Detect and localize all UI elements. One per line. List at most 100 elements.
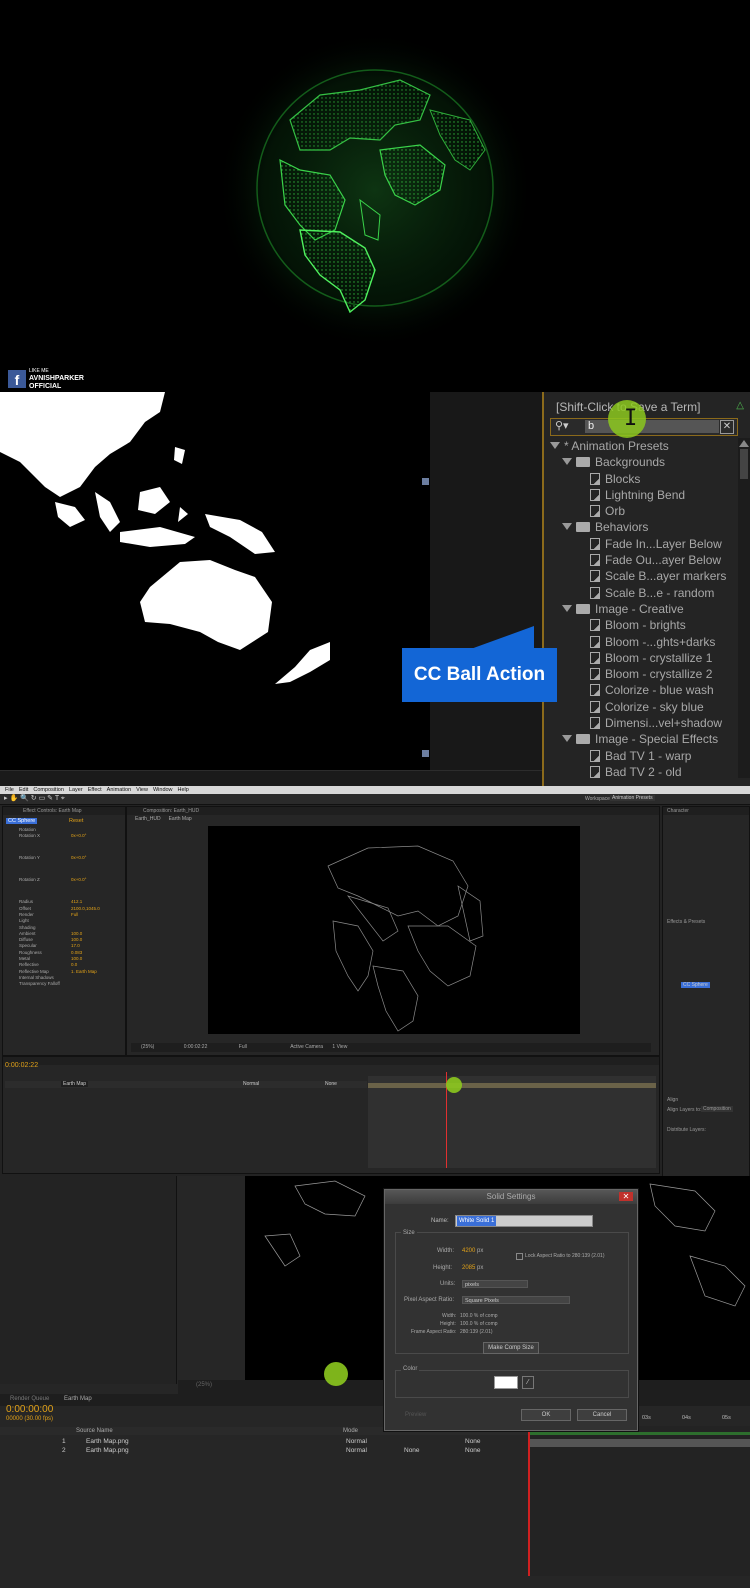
preset-item[interactable]: Scale B...e - random: [550, 585, 730, 601]
property-value[interactable]: 0x+0.0°: [71, 877, 86, 883]
effect-property-row[interactable]: Internal Shadows: [7, 975, 123, 981]
preset-item[interactable]: Bloom -...ghts+darks: [550, 634, 730, 650]
current-time[interactable]: 0:00:00:00: [6, 1404, 53, 1415]
preset-item[interactable]: Bloom - brights: [550, 617, 730, 633]
preset-item[interactable]: Orb: [550, 503, 730, 519]
layer-name[interactable]: Earth Map.png: [86, 1447, 129, 1454]
layer-mode[interactable]: Normal: [346, 1438, 367, 1445]
height-value[interactable]: 2085: [462, 1265, 475, 1271]
property-value[interactable]: 412.1: [71, 899, 82, 905]
effect-property-row[interactable]: Rotation X 0x+0.0°: [7, 833, 123, 839]
effect-search-result[interactable]: CC Sphere: [681, 982, 710, 988]
property-value[interactable]: 2100.0,1045.0: [71, 906, 100, 912]
menu-item[interactable]: View: [136, 786, 148, 794]
preset-folder[interactable]: Backgrounds: [550, 454, 730, 470]
preset-folder[interactable]: Image - Special Effects: [550, 731, 730, 747]
workspace-select[interactable]: Animation Presets: [610, 795, 655, 801]
presets-scrollbar[interactable]: [738, 438, 750, 778]
eyedropper-icon[interactable]: ⁄: [522, 1376, 534, 1389]
name-input[interactable]: White Solid 1: [455, 1215, 593, 1227]
layer-number[interactable]: 2: [62, 1447, 66, 1454]
composition-tab[interactable]: Composition: Earth_HUD: [127, 807, 659, 815]
search-icon[interactable]: ⚲▾: [555, 419, 569, 432]
effect-property-row[interactable]: Rotation Y 0x+0.0°: [7, 855, 123, 861]
color-swatch[interactable]: [494, 1376, 518, 1389]
expand-triangle-icon[interactable]: [550, 442, 560, 449]
layer-parent[interactable]: None: [465, 1438, 481, 1445]
effect-property-row[interactable]: Light: [7, 918, 123, 924]
preset-item[interactable]: Bloom - crystallize 1: [550, 650, 730, 666]
layer-duration-bar[interactable]: [368, 1083, 656, 1088]
preset-item[interactable]: Colorize - sky blue: [550, 699, 730, 715]
col-mode[interactable]: Mode: [343, 1428, 358, 1434]
effect-property-row[interactable]: Render Full: [7, 912, 123, 918]
layer-handle[interactable]: [422, 750, 429, 757]
col-source-name[interactable]: Source Name: [76, 1428, 113, 1434]
resolution-select[interactable]: Full: [239, 1044, 247, 1050]
expand-triangle-icon[interactable]: [562, 458, 572, 466]
cancel-button[interactable]: Cancel: [577, 1409, 627, 1421]
effect-property-row[interactable]: Diffuse 100.0: [7, 937, 123, 943]
presets-root[interactable]: * Animation Presets: [550, 438, 730, 454]
menu-item[interactable]: Layer: [69, 786, 83, 794]
scroll-up-icon[interactable]: [739, 440, 749, 447]
layer-name[interactable]: Earth Map.png: [86, 1438, 129, 1445]
expand-triangle-icon[interactable]: [562, 523, 572, 531]
property-value[interactable]: 17.0: [71, 943, 80, 949]
scroll-thumb[interactable]: [740, 449, 748, 479]
property-value[interactable]: 0.083: [71, 950, 82, 956]
property-value[interactable]: 100.0: [71, 931, 82, 937]
effect-property-row[interactable]: Offset 2100.0,1045.0: [7, 906, 123, 912]
layer-mode[interactable]: Normal: [346, 1447, 367, 1454]
layer-duration-bar[interactable]: [528, 1439, 750, 1447]
menu-item[interactable]: Edit: [19, 786, 28, 794]
close-icon[interactable]: ✕: [619, 1192, 633, 1201]
effect-property-row[interactable]: Transparency Falloff: [7, 981, 123, 987]
effect-name-label[interactable]: CC Sphere: [6, 818, 38, 824]
menu-item[interactable]: Help: [178, 786, 189, 794]
breadcrumb-item[interactable]: Earth Map: [169, 816, 192, 822]
units-select[interactable]: pixels: [462, 1280, 528, 1288]
width-value[interactable]: 4200: [462, 1248, 475, 1254]
layer-row[interactable]: Earth Map Normal None: [5, 1081, 367, 1088]
timeline-current-time[interactable]: 0:00:02:22: [5, 1062, 38, 1069]
magnification-select[interactable]: (25%): [141, 1044, 154, 1050]
preview-checkbox-label[interactable]: Preview: [405, 1412, 426, 1418]
menu-item[interactable]: Window: [153, 786, 173, 794]
camera-select[interactable]: Active Camera: [290, 1044, 323, 1050]
effect-property-row[interactable]: Rotation: [7, 827, 123, 833]
effect-property-row[interactable]: Metal 100.0: [7, 956, 123, 962]
expand-triangle-icon[interactable]: [562, 735, 572, 743]
effect-reset-link[interactable]: Reset: [69, 818, 83, 824]
name-value[interactable]: White Solid 1: [457, 1216, 497, 1226]
menu-item[interactable]: Composition: [33, 786, 64, 794]
menu-item[interactable]: Effect: [88, 786, 102, 794]
magnification-select[interactable]: (25%): [196, 1382, 212, 1388]
menu-item[interactable]: Animation: [107, 786, 131, 794]
character-tab[interactable]: Character: [663, 807, 749, 815]
clear-search-icon[interactable]: ✕: [720, 420, 734, 434]
layer-parent[interactable]: None: [325, 1081, 337, 1087]
effect-property-row[interactable]: Reflective 0.0: [7, 962, 123, 968]
preset-item[interactable]: Dimensi...vel+shadow: [550, 715, 730, 731]
layer-row[interactable]: 2 Earth Map.png Normal None None: [0, 1446, 530, 1455]
preset-item[interactable]: Blocks: [550, 471, 730, 487]
pixel-aspect-select[interactable]: Square Pixels: [462, 1296, 570, 1304]
effect-property-row[interactable]: Shading: [7, 925, 123, 931]
effect-property-row[interactable]: Specular 17.0: [7, 943, 123, 949]
views-select[interactable]: 1 View: [332, 1044, 347, 1050]
effect-property-row[interactable]: Radius 412.1: [7, 899, 123, 905]
make-comp-size-button[interactable]: Make Comp Size: [483, 1342, 539, 1354]
selection-tool-icon[interactable]: ▸ ✋ 🔍 ↻ ▭ ✎ T ⌖: [4, 794, 65, 803]
property-value[interactable]: 1. Earth Map: [71, 969, 97, 975]
tab-render-queue[interactable]: Render Queue: [10, 1396, 49, 1402]
playhead[interactable]: [528, 1432, 530, 1576]
property-value[interactable]: 100.0: [71, 937, 82, 943]
effect-property-row[interactable]: Ambient 100.0: [7, 931, 123, 937]
property-value[interactable]: 0x+0.0°: [71, 855, 86, 861]
search-input[interactable]: b: [585, 420, 719, 433]
effect-property-row[interactable]: Rotation Z 0x+0.0°: [7, 877, 123, 883]
composition-viewer[interactable]: [208, 826, 580, 1034]
preset-item[interactable]: Lightning Bend: [550, 487, 730, 503]
menu-item[interactable]: File: [5, 786, 14, 794]
